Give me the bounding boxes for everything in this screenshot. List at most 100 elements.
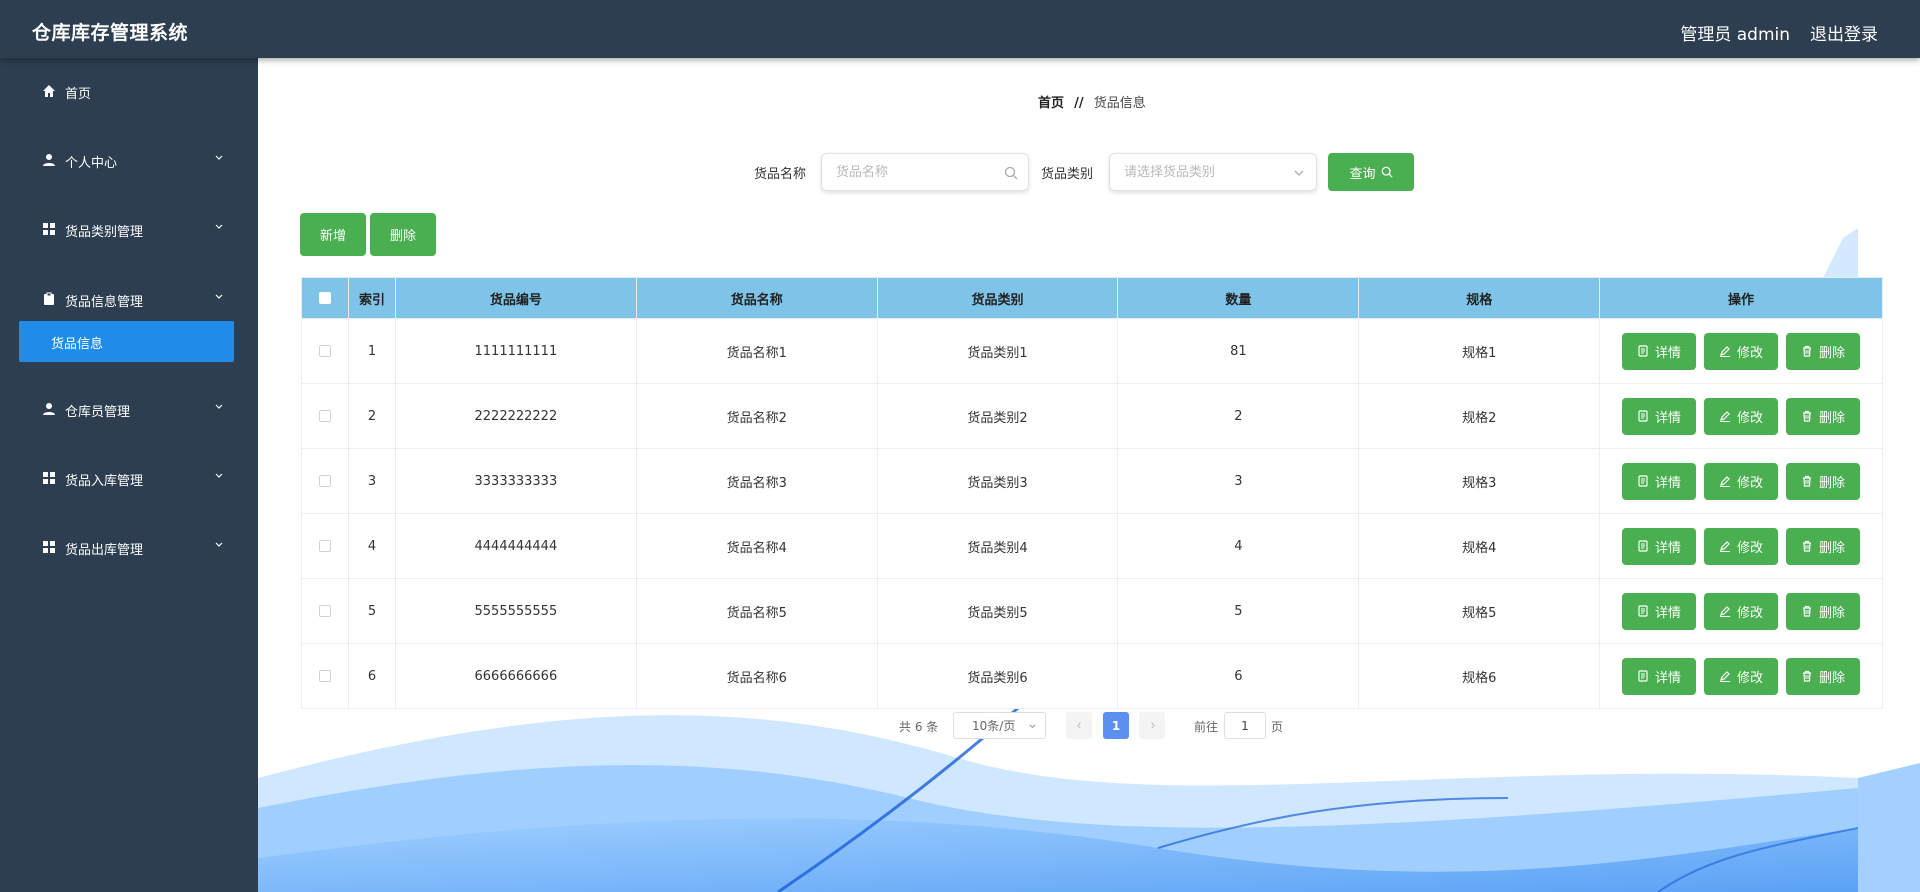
sidebar-item-personal[interactable]: 个人中心 [0, 145, 258, 175]
row-checkbox[interactable] [318, 475, 331, 487]
delete-label: 删除 [1819, 670, 1846, 686]
row-select-cell [301, 383, 349, 449]
chevron-down-icon [1029, 724, 1036, 729]
query-button-label: 查询 [1349, 166, 1376, 182]
delete-button[interactable]: 删除 [1786, 397, 1861, 435]
detail-button[interactable]: 详情 [1622, 657, 1697, 695]
delete-button[interactable]: 删除 [1786, 462, 1861, 500]
next-page-button[interactable] [1139, 712, 1165, 739]
row-checkbox[interactable] [318, 605, 331, 617]
edit-icon [1720, 671, 1731, 682]
grid-icon [43, 472, 55, 484]
cell-actions: 详情 修改 删除 [1599, 643, 1883, 709]
cell-actions: 详情 修改 删除 [1599, 318, 1883, 384]
cell-code: 1111111111 [394, 318, 637, 384]
edit-button[interactable]: 修改 [1704, 657, 1779, 695]
cell-qty: 3 [1117, 448, 1360, 514]
detail-button[interactable]: 详情 [1622, 592, 1697, 630]
sidebar-item-goods[interactable]: 货品信息管理 [0, 284, 258, 314]
sidebar-item-home[interactable]: 首页 [0, 76, 258, 106]
prev-page-button[interactable] [1066, 712, 1092, 739]
delete-button[interactable]: 删除 [1786, 592, 1861, 630]
breadcrumb-home[interactable]: 首页 [1038, 96, 1064, 111]
add-button-label: 新增 [319, 229, 346, 244]
row-checkbox[interactable] [318, 410, 331, 422]
detail-button[interactable]: 详情 [1622, 332, 1697, 370]
row-select-cell [301, 643, 349, 709]
chevron-down-icon [215, 542, 223, 547]
top-header: 仓库库存管理系统 管理员 admin 退出登录 [0, 0, 1920, 58]
trash-icon [1803, 670, 1812, 682]
edit-icon [1720, 346, 1731, 357]
trash-icon [1803, 410, 1812, 422]
sidebar-item-label: 货品入库管理 [65, 474, 144, 489]
name-search-input[interactable] [822, 154, 992, 190]
detail-button[interactable]: 详情 [1622, 527, 1697, 565]
batch-delete-button[interactable]: 删除 [370, 213, 436, 256]
edit-button[interactable]: 修改 [1704, 332, 1779, 370]
cell-spec: 规格3 [1358, 448, 1601, 514]
breadcrumb-current: 货品信息 [1093, 96, 1146, 111]
edit-button[interactable]: 修改 [1704, 592, 1779, 630]
chevron-left-icon [1076, 722, 1081, 729]
logout-link[interactable]: 退出登录 [1810, 20, 1878, 45]
sidebar-subitem-goods-info[interactable]: 货品信息 [19, 321, 234, 362]
sidebar-item-outbound[interactable]: 货品出库管理 [0, 532, 258, 562]
grid-icon [43, 223, 55, 235]
name-search-field[interactable] [821, 153, 1029, 191]
sidebar-item-inbound[interactable]: 货品入库管理 [0, 463, 258, 493]
cell-code: 2222222222 [394, 383, 637, 449]
page-size-select[interactable]: 10条/页 [953, 712, 1046, 739]
document-icon [1638, 670, 1648, 682]
row-checkbox[interactable] [318, 670, 331, 682]
edit-button[interactable]: 修改 [1704, 397, 1779, 435]
category-search-label: 货品类别 [1041, 167, 1094, 182]
category-select-input[interactable] [1110, 154, 1280, 190]
cell-category: 货品类别5 [876, 578, 1119, 644]
cell-qty: 4 [1117, 513, 1360, 579]
goto-page-input[interactable]: 1 [1224, 712, 1266, 739]
cell-spec: 规格2 [1358, 383, 1601, 449]
sidebar-item-label: 货品出库管理 [65, 543, 144, 558]
table-row: 1 1111111111 货品名称1 货品类别1 81 规格1 详情 修改 删除 [301, 318, 1883, 384]
chevron-right-icon [1150, 722, 1155, 729]
category-select[interactable] [1109, 153, 1317, 191]
delete-label: 删除 [1819, 475, 1846, 491]
cell-category: 货品类别4 [876, 513, 1119, 579]
detail-label: 详情 [1655, 540, 1682, 556]
cell-qty: 81 [1117, 318, 1360, 384]
delete-button[interactable]: 删除 [1786, 657, 1861, 695]
page-number-current[interactable]: 1 [1103, 712, 1129, 739]
detail-button[interactable]: 详情 [1622, 462, 1697, 500]
select-all-checkbox[interactable] [318, 292, 331, 304]
row-checkbox[interactable] [318, 345, 331, 357]
cell-name: 货品名称2 [635, 383, 878, 449]
query-button[interactable]: 查询 [1328, 153, 1414, 191]
document-icon [1638, 540, 1648, 552]
sidebar-item-keeper[interactable]: 仓库员管理 [0, 394, 258, 424]
cell-index: 2 [347, 383, 396, 449]
edit-icon [1720, 411, 1731, 422]
column-header: 货品类别 [876, 277, 1119, 319]
detail-button[interactable]: 详情 [1622, 397, 1697, 435]
delete-button[interactable]: 删除 [1786, 527, 1861, 565]
add-button[interactable]: 新增 [300, 213, 366, 256]
row-checkbox[interactable] [318, 540, 331, 552]
cell-category: 货品类别1 [876, 318, 1119, 384]
cell-spec: 规格6 [1358, 643, 1601, 709]
chevron-down-icon [215, 294, 223, 299]
chevron-down-icon [1294, 170, 1304, 176]
cell-index: 4 [347, 513, 396, 579]
edit-icon [1720, 476, 1731, 487]
search-icon [1004, 166, 1018, 180]
edit-button[interactable]: 修改 [1704, 462, 1779, 500]
edit-button[interactable]: 修改 [1704, 527, 1779, 565]
delete-label: 删除 [1819, 540, 1846, 556]
clipboard-icon [44, 292, 54, 305]
goods-table: 索引 货品编号 货品名称 货品类别 数量 规格 操作 1 1111111111 货品… [301, 277, 1883, 709]
detail-label: 详情 [1655, 605, 1682, 621]
table-row: 5 5555555555 货品名称5 货品类别5 5 规格5 详情 修改 删除 [301, 578, 1883, 644]
sidebar-item-category[interactable]: 货品类别管理 [0, 214, 258, 244]
row-select-cell [301, 578, 349, 644]
delete-button[interactable]: 删除 [1786, 332, 1861, 370]
